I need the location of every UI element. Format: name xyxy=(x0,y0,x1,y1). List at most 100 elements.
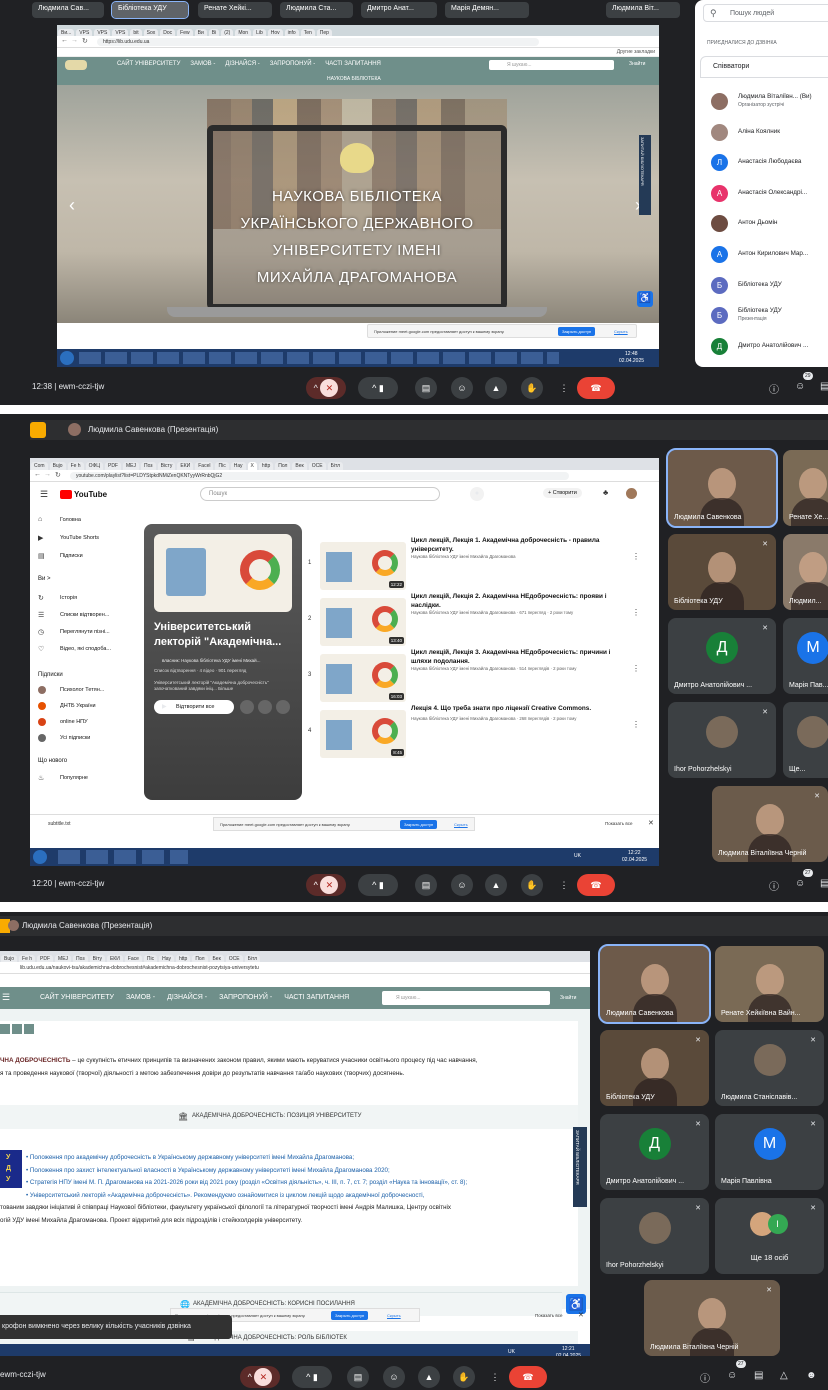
subscription-item[interactable]: ДНТБ України xyxy=(38,700,128,714)
participant-tile[interactable]: ✕ Ihor Pohorzhelskyi xyxy=(600,1198,709,1274)
address-field[interactable]: lib.udu.edu.ua/naukovi-tsu/akademichna-d… xyxy=(14,964,510,972)
people-icon[interactable]: ☺ xyxy=(727,1370,737,1381)
people-list-item[interactable]: А Анастасія Олександрі... xyxy=(700,182,828,208)
participant-tile[interactable]: М ✕ Марія Павлівна xyxy=(715,1114,824,1190)
emoji-button[interactable]: ☺ xyxy=(451,874,473,896)
sidebar-item[interactable]: ↻ Історія xyxy=(38,592,128,606)
participant-tile[interactable]: Ренате Хе... xyxy=(783,450,828,526)
activities-icon[interactable]: △ xyxy=(780,1370,788,1381)
forward-icon[interactable]: → xyxy=(44,471,51,478)
playlist-video-row[interactable]: 1 12:22 Цикл лекцій, Лекція 1. Академічна … xyxy=(308,537,648,592)
menu-icon[interactable]: ☰ xyxy=(2,992,10,1003)
people-list-item[interactable]: Аліна Коялник xyxy=(700,121,828,147)
playlist-video-row[interactable]: 2 13:40 Цикл лекцій, Лекція 2. Академічна … xyxy=(308,593,648,648)
site-search-button[interactable]: Знайти xyxy=(629,61,645,67)
info-icon[interactable]: ⓘ xyxy=(769,878,779,893)
video-thumbnail[interactable]: 16:03 xyxy=(320,654,406,702)
create-button[interactable]: + Створити xyxy=(543,488,582,498)
people-list-item[interactable]: Л Анастасія Любодаєва xyxy=(700,151,828,177)
playlist-thumbnail[interactable] xyxy=(154,534,292,612)
participant-tile[interactable]: ✕ Бібліотека УДУ xyxy=(600,1030,709,1106)
people-list-item[interactable]: А Антон Кирилович Мар... xyxy=(700,243,828,269)
people-list-item[interactable]: Д Дмитро Анатолійович ... xyxy=(700,335,828,361)
menu-icon[interactable]: ☰ xyxy=(40,489,48,500)
participant-tile[interactable]: М✕Марія Пав... xyxy=(783,618,828,694)
forward-icon[interactable]: → xyxy=(71,37,78,44)
leave-call-button[interactable]: ☎ xyxy=(577,874,615,896)
close-downloads-icon[interactable]: ✕ xyxy=(578,1311,584,1319)
share-playlist-icon[interactable] xyxy=(258,700,272,714)
chat-icon[interactable]: ▤ xyxy=(754,1370,763,1381)
subscription-item[interactable]: online НПУ xyxy=(38,716,128,730)
other-bookmarks[interactable]: Другие закладки xyxy=(617,49,655,55)
sidebar-item[interactable]: ⌂ Головна xyxy=(38,514,128,528)
site-nav-item[interactable]: ЧАСТІ ЗАПИТАННЯ xyxy=(325,61,381,67)
site-search-input[interactable]: Я шукаю... xyxy=(489,60,614,70)
people-list-item[interactable]: Б Бібліотека УДУ xyxy=(700,274,828,300)
video-more-icon[interactable]: ⋮ xyxy=(632,720,640,729)
ask-librarian-tab[interactable]: ЗАПИТАЙ БІБЛІОТЕКАРЯ xyxy=(573,1127,587,1207)
start-button[interactable] xyxy=(60,351,74,365)
people-icon[interactable]: ☺ xyxy=(795,878,805,889)
participant-tile[interactable]: Д ✕ Дмитро Анатолійович ... xyxy=(600,1114,709,1190)
close-downloads-icon[interactable]: ✕ xyxy=(648,819,654,827)
present-button[interactable]: ▲ xyxy=(418,1366,440,1388)
participant-chip[interactable]: Бібліотека УДУ xyxy=(111,1,189,19)
info-icon[interactable]: ⓘ xyxy=(769,381,779,396)
people-icon[interactable]: ☺ xyxy=(795,381,805,392)
reload-icon[interactable]: ↻ xyxy=(82,37,88,45)
more-playlist-icon[interactable] xyxy=(276,700,290,714)
university-link[interactable]: • Положення про захист інтелектуальної в… xyxy=(26,1167,390,1174)
camera-button[interactable]: ^ ▮ xyxy=(358,377,398,399)
video-title[interactable]: Цикл лекцій, Лекція 2. Академічна НЕдобр… xyxy=(411,592,626,610)
leave-call-button[interactable]: ☎ xyxy=(577,377,615,399)
contributors-group[interactable]: Співватори xyxy=(700,56,828,78)
more-options-button[interactable]: ⋮ xyxy=(484,1366,506,1388)
host-controls-icon[interactable]: ☻ xyxy=(806,1370,817,1381)
address-field[interactable]: youtube.com/playlist?list=PLDYStpkdNMiZe… xyxy=(70,472,569,480)
video-thumbnail[interactable]: 12:22 xyxy=(320,542,406,590)
sidebar-item[interactable]: ◷ Переглянути пізні... xyxy=(38,626,128,640)
show-all-downloads[interactable]: Показать все xyxy=(535,1313,562,1318)
video-more-icon[interactable]: ⋮ xyxy=(632,608,640,617)
raise-hand-button[interactable]: ✋ xyxy=(453,1366,475,1388)
chat-icon[interactable]: ▤ xyxy=(820,878,828,889)
download-file[interactable]: subtitle.txt xyxy=(48,821,71,827)
university-link[interactable]: • Університетський лекторій «Академічна … xyxy=(26,1192,424,1199)
playlist-video-row[interactable]: 3 16:03 Цикл лекцій, Лекція 3. Академічна … xyxy=(308,649,648,704)
language-indicator[interactable]: UK xyxy=(574,853,581,859)
participant-tile[interactable]: ✕ Ihor Pohorzhelskyi xyxy=(668,702,776,778)
more-options-button[interactable]: ⋮ xyxy=(553,377,575,399)
playlist-owner[interactable]: власник: Наукова бібліотека УДУ імені Ми… xyxy=(162,658,294,663)
site-search-button[interactable]: Знайти xyxy=(560,995,576,1001)
info-icon[interactable]: ⓘ xyxy=(700,1370,710,1385)
participant-chip[interactable]: Марія Демян... xyxy=(445,2,529,18)
people-search[interactable]: ⚲ Пошук людей xyxy=(703,4,828,22)
participant-tile[interactable]: ✕Ще... xyxy=(783,702,828,778)
site-nav-item[interactable]: САЙТ УНІВЕРСИТЕТУ xyxy=(117,61,180,67)
site-nav-item[interactable]: ДІЗНАЙСЯ - xyxy=(167,994,207,1001)
link-text[interactable]: Положення про академічну доброчесність в… xyxy=(30,1154,354,1161)
participant-tile[interactable]: Людмила Савенкова xyxy=(666,448,778,528)
university-link[interactable]: • Стратегія НПУ імені М. П. Драгоманова … xyxy=(26,1179,467,1186)
site-nav-item[interactable]: ЧАСТІ ЗАПИТАННЯ xyxy=(284,994,349,1001)
site-nav-item[interactable]: САЙТ УНІВЕРСИТЕТУ xyxy=(40,994,114,1001)
participant-chip[interactable]: Ренате Хейкі... xyxy=(198,2,272,18)
you-header[interactable]: Ви > xyxy=(38,576,51,582)
present-button[interactable]: ▲ xyxy=(485,874,507,896)
notifications-icon[interactable]: ♣ xyxy=(603,488,608,497)
leave-call-button[interactable]: ☎ xyxy=(509,1366,547,1388)
video-thumbnail[interactable]: 13:40 xyxy=(320,598,406,646)
start-button[interactable] xyxy=(33,850,47,864)
site-nav-item[interactable]: ДІЗНАЙСЯ - xyxy=(225,61,259,67)
video-title[interactable]: Лекція 4. Що треба знати про ліцензії Cr… xyxy=(411,704,626,713)
sidebar-item[interactable]: ♨ Популярне xyxy=(38,772,128,786)
camera-button[interactable]: ^ ▮ xyxy=(292,1366,332,1388)
section-header-university[interactable]: 🏛 АКАДЕМІЧНА ДОБРОЧЕСНІСТЬ: ПОЗИЦІЯ УНІВ… xyxy=(0,1105,578,1129)
mic-button[interactable]: ^ ✕ xyxy=(306,377,346,399)
present-button[interactable]: ▲ xyxy=(485,377,507,399)
video-more-icon[interactable]: ⋮ xyxy=(632,552,640,561)
participant-chip[interactable]: Людмила Сав... xyxy=(32,2,104,18)
mic-button[interactable]: ^ ✕ xyxy=(306,874,346,896)
playlist-video-row[interactable]: 4 8:45 Лекція 4. Що треба знати про ліценз… xyxy=(308,705,648,760)
